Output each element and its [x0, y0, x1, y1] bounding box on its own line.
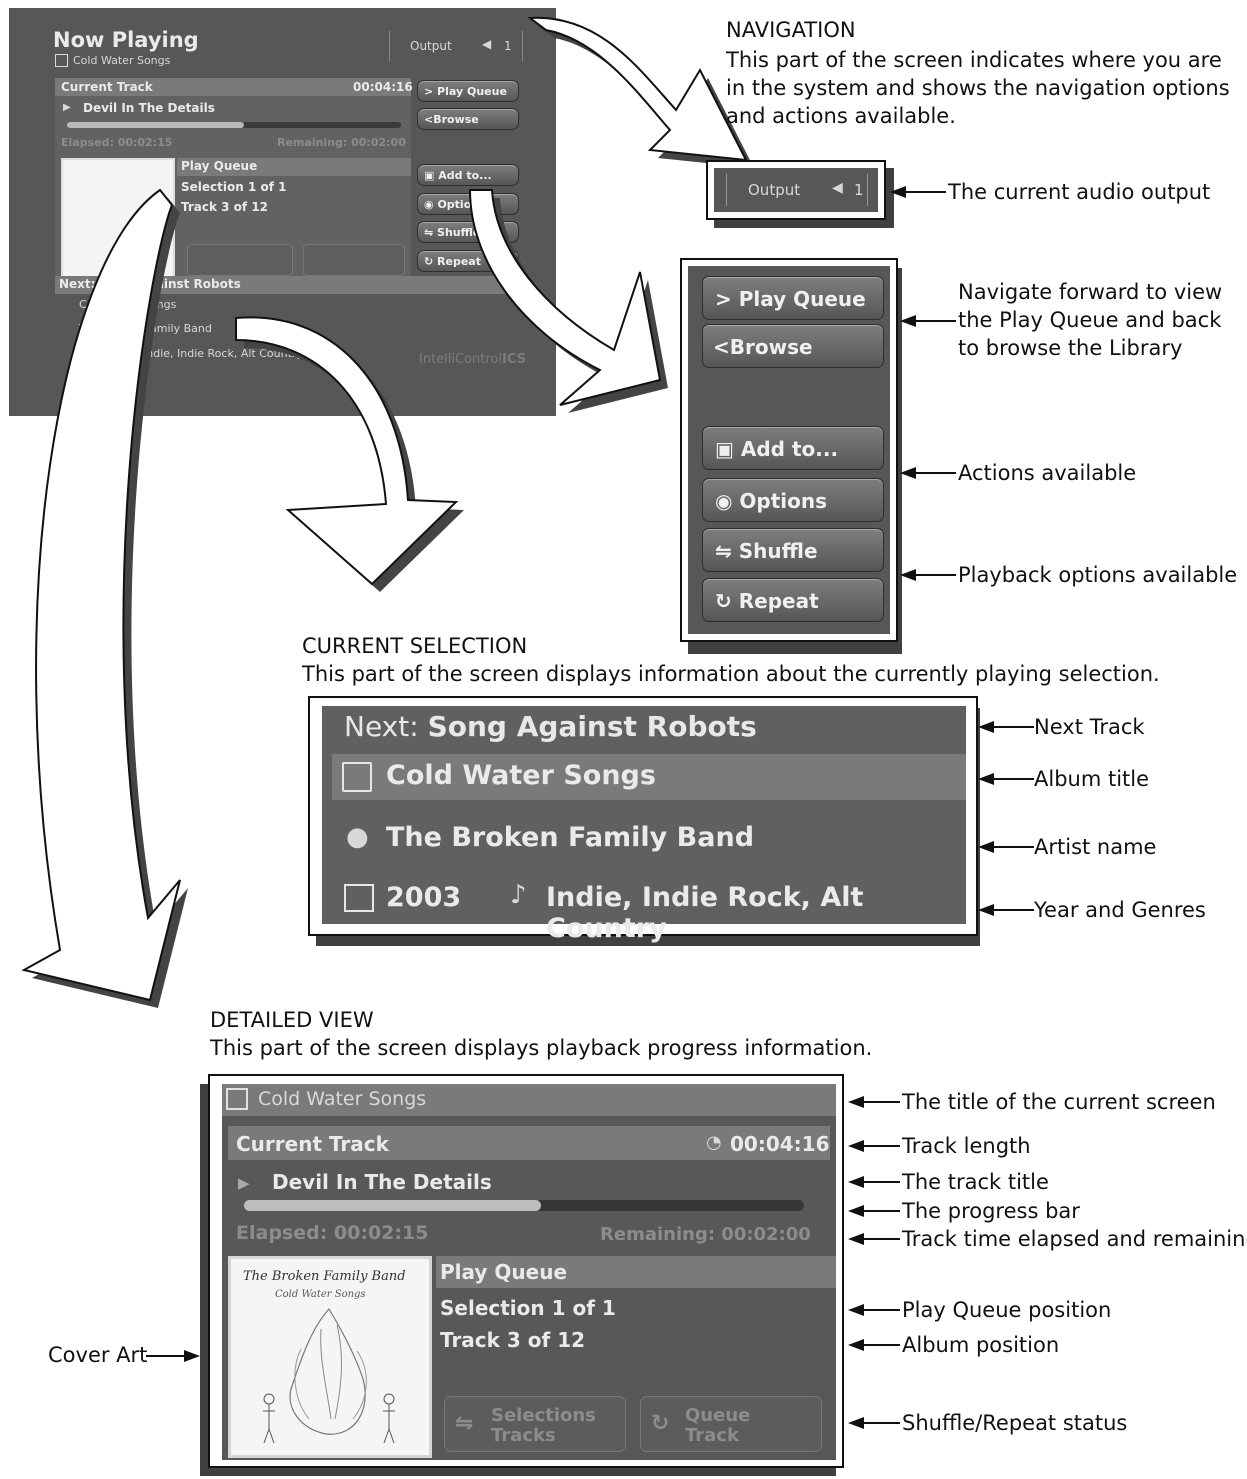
callout-next-track: Next Track [1034, 715, 1145, 739]
play-queue-button[interactable]: > Play Queue [702, 276, 884, 320]
callout-screen-title: The title of the current screen [902, 1090, 1216, 1114]
buttons-zoom: > Play Queue <Browse ▣ Add to... ◉ Optio… [680, 258, 898, 642]
callout-navigate: Navigate forward to view the Play Queue … [958, 280, 1223, 360]
callout-playback: Playback options available [958, 563, 1238, 587]
arrow-to-navigation [527, 16, 754, 169]
artist-name: The Broken Family Band [386, 822, 755, 853]
elapsed-time-detail: Elapsed: 00:02:15 [236, 1222, 429, 1244]
options-button[interactable]: ◉ Options [702, 478, 884, 522]
detailed-view-zoom: Cold Water Songs Current Track ◔ 00:04:1… [208, 1074, 844, 1468]
arrow-to-detailed-view [21, 188, 188, 1008]
remaining-time-detail: Remaining: 00:02:00 [600, 1224, 811, 1245]
album-icon [226, 1088, 248, 1110]
callout-artist: Artist name [1034, 835, 1157, 859]
genres-value: Indie, Indie Rock, Alt Country [546, 882, 864, 944]
repeat-status-line1: Queue [685, 1405, 751, 1426]
shuffle-status-detail: ⇋ Selections Tracks [444, 1396, 626, 1452]
detailed-view-heading: DETAILED VIEW [210, 1008, 374, 1032]
callout-shuffle-repeat: Shuffle/Repeat status [902, 1411, 1128, 1435]
current-selection-heading: CURRENT SELECTION [302, 634, 528, 658]
album-icon [342, 762, 372, 792]
calendar-icon [344, 884, 374, 912]
output-label-zoom: Output [748, 181, 801, 199]
screen-title-detail: Cold Water Songs [258, 1088, 427, 1110]
callout-progress-bar: The progress bar [902, 1199, 1080, 1223]
navigation-body: This part of the screen indicates where … [726, 48, 1230, 128]
shuffle-status-line2: Tracks [491, 1425, 556, 1446]
note-icon: ♪ [510, 880, 527, 910]
callout-actions: Actions available [958, 461, 1137, 485]
track-title-detail: Devil In The Details [272, 1170, 492, 1194]
output-value-zoom: 1 [854, 181, 864, 199]
progress-fill-detail [244, 1200, 541, 1211]
next-prefix: Next: [344, 710, 419, 743]
track-length-detail: 00:04:16 [730, 1132, 830, 1156]
output-zoom[interactable]: Output ◀ 1 [706, 160, 886, 220]
artist-icon: ● [346, 822, 369, 852]
cover-art-detail: The Broken Family Band Cold Water Songs [228, 1256, 432, 1458]
repeat-status-detail: ↻ Queue Track [640, 1396, 822, 1452]
repeat-status-icon: ↻ [651, 1411, 670, 1436]
cover-illustration [263, 1307, 395, 1444]
callout-album-position: Album position [902, 1333, 1060, 1357]
detailed-view-body: This part of the screen displays playbac… [210, 1036, 873, 1060]
callout-elapsed-remaining: Track time elapsed and remaining [902, 1227, 1247, 1251]
callout-year-genres: Year and Genres [1034, 898, 1206, 922]
next-track-row: Next: Song Against Robots [344, 710, 757, 743]
callout-track-title: The track title [902, 1170, 1049, 1194]
shuffle-status-icon: ⇋ [455, 1411, 474, 1436]
arrow-to-selection [235, 316, 464, 592]
shuffle-status-line1: Selections [491, 1405, 596, 1426]
add-to-button[interactable]: ▣ Add to... [702, 426, 884, 470]
clock-icon: ◔ [706, 1132, 722, 1153]
next-track-title: Song Against Robots [427, 710, 757, 743]
options-icon: ◉ [715, 489, 733, 513]
year-value: 2003 [386, 882, 462, 913]
progress-bar-detail [244, 1200, 804, 1211]
arrow-to-buttons [468, 189, 668, 413]
current-track-label-detail: Current Track [236, 1132, 389, 1156]
callout-album: Album title [1034, 767, 1150, 791]
browse-button[interactable]: <Browse [702, 324, 884, 368]
navigation-heading: NAVIGATION [726, 18, 856, 42]
speaker-icon-zoom: ◀ [832, 180, 843, 196]
callout-output: The current audio output [948, 180, 1211, 204]
repeat-status-line2: Track [685, 1425, 739, 1446]
callout-cover-art: Cover Art [48, 1343, 148, 1367]
callout-queue-position: Play Queue position [902, 1298, 1112, 1322]
shuffle-button[interactable]: ⇋ Shuffle [702, 528, 884, 572]
add-icon: ▣ [715, 437, 734, 461]
selection-position-detail: Selection 1 of 1 [440, 1296, 616, 1320]
callout-track-length: Track length [902, 1134, 1031, 1158]
repeat-icon: ↻ [715, 589, 732, 613]
play-icon: ▶ [238, 1174, 250, 1192]
repeat-button[interactable]: ↻ Repeat [702, 578, 884, 622]
track-position-detail: Track 3 of 12 [440, 1328, 586, 1352]
current-selection-body: This part of the screen displays informa… [302, 662, 1160, 686]
play-queue-label-detail: Play Queue [440, 1260, 568, 1284]
current-selection-zoom: Next: Song Against Robots Cold Water Son… [308, 696, 978, 944]
album-title: Cold Water Songs [386, 760, 656, 791]
shuffle-icon: ⇋ [715, 539, 732, 563]
